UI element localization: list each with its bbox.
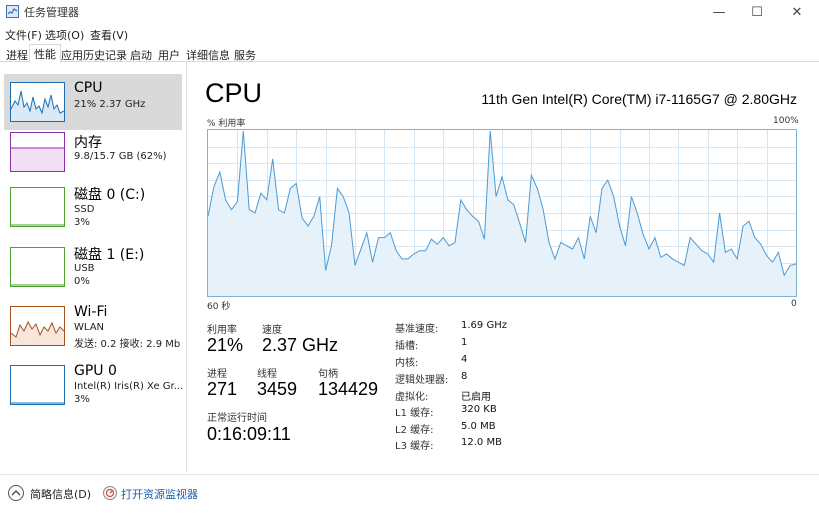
processes-label: 进程: [207, 369, 227, 380]
utilization-label: 利用率: [207, 325, 237, 336]
utilization-value: 21%: [207, 335, 244, 355]
speed-value: 2.37 GHz: [262, 335, 339, 355]
tab-services[interactable]: 服务: [229, 45, 261, 62]
graph-time-left-label: 60 秒: [207, 302, 231, 312]
maximize-icon: ☐: [751, 4, 763, 20]
close-button[interactable]: ✕: [775, 0, 819, 24]
l3-cache-value: 12.0 MB: [461, 437, 502, 448]
sidebar-item-gpu0[interactable]: GPU 0 Intel(R) Iris(R) Xe Gr... 3%: [4, 359, 184, 415]
sidebar-wifi-name: Wi-Fi: [74, 304, 108, 320]
sidebar-disk0-name: 磁盘 0 (C:): [74, 187, 146, 203]
logical-processors-label: 逻辑处理器:: [395, 375, 449, 386]
graph-max-label: 100%: [773, 116, 799, 126]
sidebar-disk1-usage: 0%: [74, 276, 90, 287]
menu-bar: 文件(F) 选项(O) 查看(V): [0, 25, 819, 43]
footer-bar: 简略信息(D) 打开资源监视器: [0, 474, 819, 514]
virtualization-label: 虚拟化:: [395, 392, 429, 403]
base-speed-label: 基准速度:: [395, 324, 439, 335]
speed-label: 速度: [262, 325, 282, 336]
l3-cache-label: L3 缓存:: [395, 441, 434, 452]
logical-processors-value: 8: [461, 371, 468, 382]
sidebar-disk1-type: USB: [74, 263, 95, 274]
graph-time-right-label: 0: [791, 299, 797, 309]
title-bar: 任务管理器 — ☐ ✕: [0, 0, 819, 24]
threads-value: 3459: [257, 379, 298, 399]
memory-thumbnail-graph: [10, 132, 65, 172]
sidebar-wifi-throughput: 发送: 0.2 接收: 2.9 Mb: [74, 339, 181, 350]
sidebar-item-disk0[interactable]: 磁盘 0 (C:) SSD 3%: [4, 182, 182, 238]
close-icon: ✕: [791, 4, 803, 20]
sidebar-memory-name: 内存: [74, 135, 102, 151]
cpu-graph-svg: [207, 130, 797, 296]
menu-view[interactable]: 查看(V): [90, 27, 128, 43]
wifi-thumbnail-graph: [10, 306, 65, 346]
sidebar-cpu-usage: 21% 2.37 GHz: [74, 99, 146, 110]
tab-app-history[interactable]: 应用历史记录: [56, 45, 132, 62]
threads-label: 线程: [257, 369, 277, 380]
handles-label: 句柄: [318, 369, 338, 380]
chevron-up-icon[interactable]: [8, 485, 24, 501]
page-title: CPU: [205, 78, 263, 108]
sidebar-cpu-name: CPU: [74, 80, 103, 96]
processes-value: 271: [207, 379, 238, 399]
disk0-thumbnail-graph: [10, 187, 65, 227]
maximize-button[interactable]: ☐: [735, 0, 779, 24]
window-title: 任务管理器: [24, 6, 79, 19]
sidebar-item-cpu[interactable]: CPU 21% 2.37 GHz: [4, 74, 182, 130]
resource-monitor-icon: [103, 486, 117, 500]
uptime-value: 0:16:09:11: [207, 424, 291, 444]
cpu-thumbnail-graph: [10, 82, 65, 122]
cores-value: 4: [461, 354, 468, 365]
open-resource-monitor-link[interactable]: 打开资源监视器: [121, 486, 198, 502]
sidebar-item-memory[interactable]: 内存 9.8/15.7 GB (62%): [4, 130, 182, 186]
performance-sidebar: CPU 21% 2.37 GHz 内存 9.8/15.7 GB (62%) 磁盘…: [0, 62, 187, 472]
menu-file[interactable]: 文件(F): [5, 27, 42, 43]
sidebar-item-wifi[interactable]: Wi-Fi WLAN 发送: 0.2 接收: 2.9 Mb: [4, 300, 182, 356]
gpu0-thumbnail-graph: [10, 365, 65, 405]
handles-value: 134429: [318, 379, 379, 399]
l2-cache-value: 5.0 MB: [461, 421, 496, 432]
virtualization-value: 已启用: [461, 392, 491, 403]
tab-details[interactable]: 详细信息: [181, 45, 235, 62]
sidebar-wifi-adapter: WLAN: [74, 322, 105, 333]
sockets-value: 1: [461, 337, 468, 348]
sidebar-gpu0-usage: 3%: [74, 394, 90, 405]
sidebar-disk0-type: SSD: [74, 204, 95, 215]
menu-options[interactable]: 选项(O): [45, 27, 84, 43]
cpu-utilization-graph: [207, 129, 797, 297]
sockets-label: 插槽:: [395, 341, 419, 352]
graph-utilization-label: % 利用率: [207, 119, 246, 129]
tab-bar: 进程 性能 应用历史记录 启动 用户 详细信息 服务: [0, 43, 819, 63]
sidebar-disk0-usage: 3%: [74, 217, 90, 228]
minimize-icon: —: [712, 4, 726, 20]
sidebar-disk1-name: 磁盘 1 (E:): [74, 247, 145, 263]
uptime-label: 正常运行时间: [207, 413, 267, 424]
cores-label: 内核:: [395, 358, 419, 369]
l2-cache-label: L2 缓存:: [395, 425, 434, 436]
base-speed-value: 1.69 GHz: [461, 320, 507, 331]
task-manager-icon: [6, 5, 19, 18]
sidebar-memory-usage: 9.8/15.7 GB (62%): [74, 151, 167, 162]
l1-cache-label: L1 缓存:: [395, 408, 434, 419]
sidebar-item-disk1[interactable]: 磁盘 1 (E:) USB 0%: [4, 242, 182, 298]
l1-cache-value: 320 KB: [461, 404, 497, 415]
sidebar-gpu0-model: Intel(R) Iris(R) Xe Gr...: [74, 381, 184, 392]
sidebar-gpu0-name: GPU 0: [74, 363, 117, 379]
disk1-thumbnail-graph: [10, 247, 65, 287]
cpu-model-name: 11th Gen Intel(R) Core(TM) i7-1165G7 @ 2…: [481, 91, 797, 107]
fewer-details-button[interactable]: 简略信息(D): [30, 486, 91, 502]
